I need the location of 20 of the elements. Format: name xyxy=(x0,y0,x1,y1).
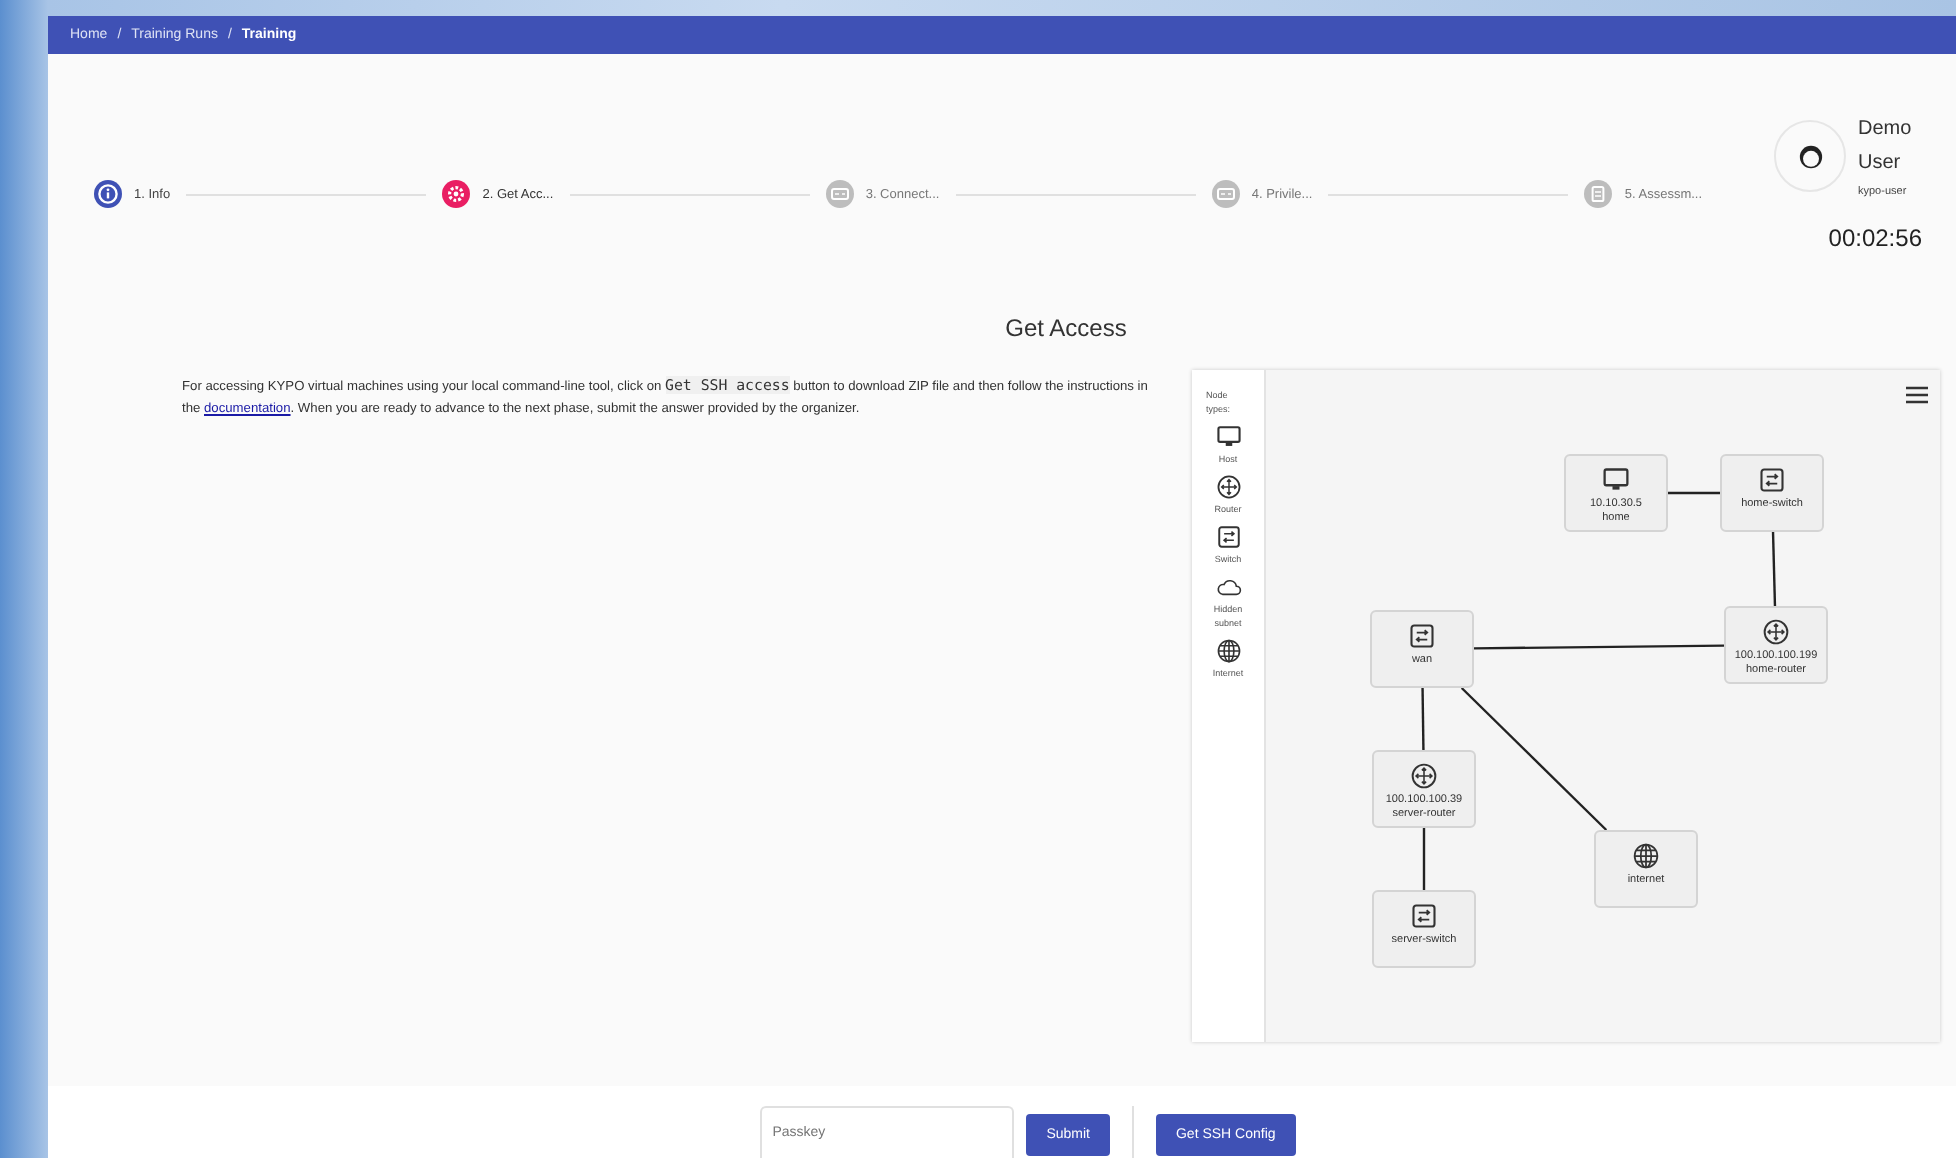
router-icon xyxy=(1762,618,1790,646)
globe-icon xyxy=(1632,842,1660,870)
router-icon xyxy=(1410,762,1438,790)
monitor-icon xyxy=(1602,466,1630,494)
switch-icon xyxy=(1215,524,1241,550)
globe-icon xyxy=(1215,638,1241,664)
link-line xyxy=(1668,491,1720,495)
user-name: Demo User xyxy=(1858,116,1914,178)
level-title: Get Access xyxy=(1003,314,1129,346)
link-line xyxy=(1771,531,1777,607)
link-line xyxy=(1422,828,1426,890)
cloud-icon xyxy=(1215,574,1241,600)
link-line xyxy=(1421,688,1425,750)
switch-icon xyxy=(1758,466,1786,494)
monitor-icon xyxy=(1215,424,1241,450)
switch-icon xyxy=(1408,622,1436,650)
router-icon xyxy=(1215,474,1241,500)
menu-icon[interactable] xyxy=(1906,386,1928,404)
elapsed-timer: 00:02:56 xyxy=(1828,224,1922,252)
switch-icon xyxy=(1410,902,1438,930)
